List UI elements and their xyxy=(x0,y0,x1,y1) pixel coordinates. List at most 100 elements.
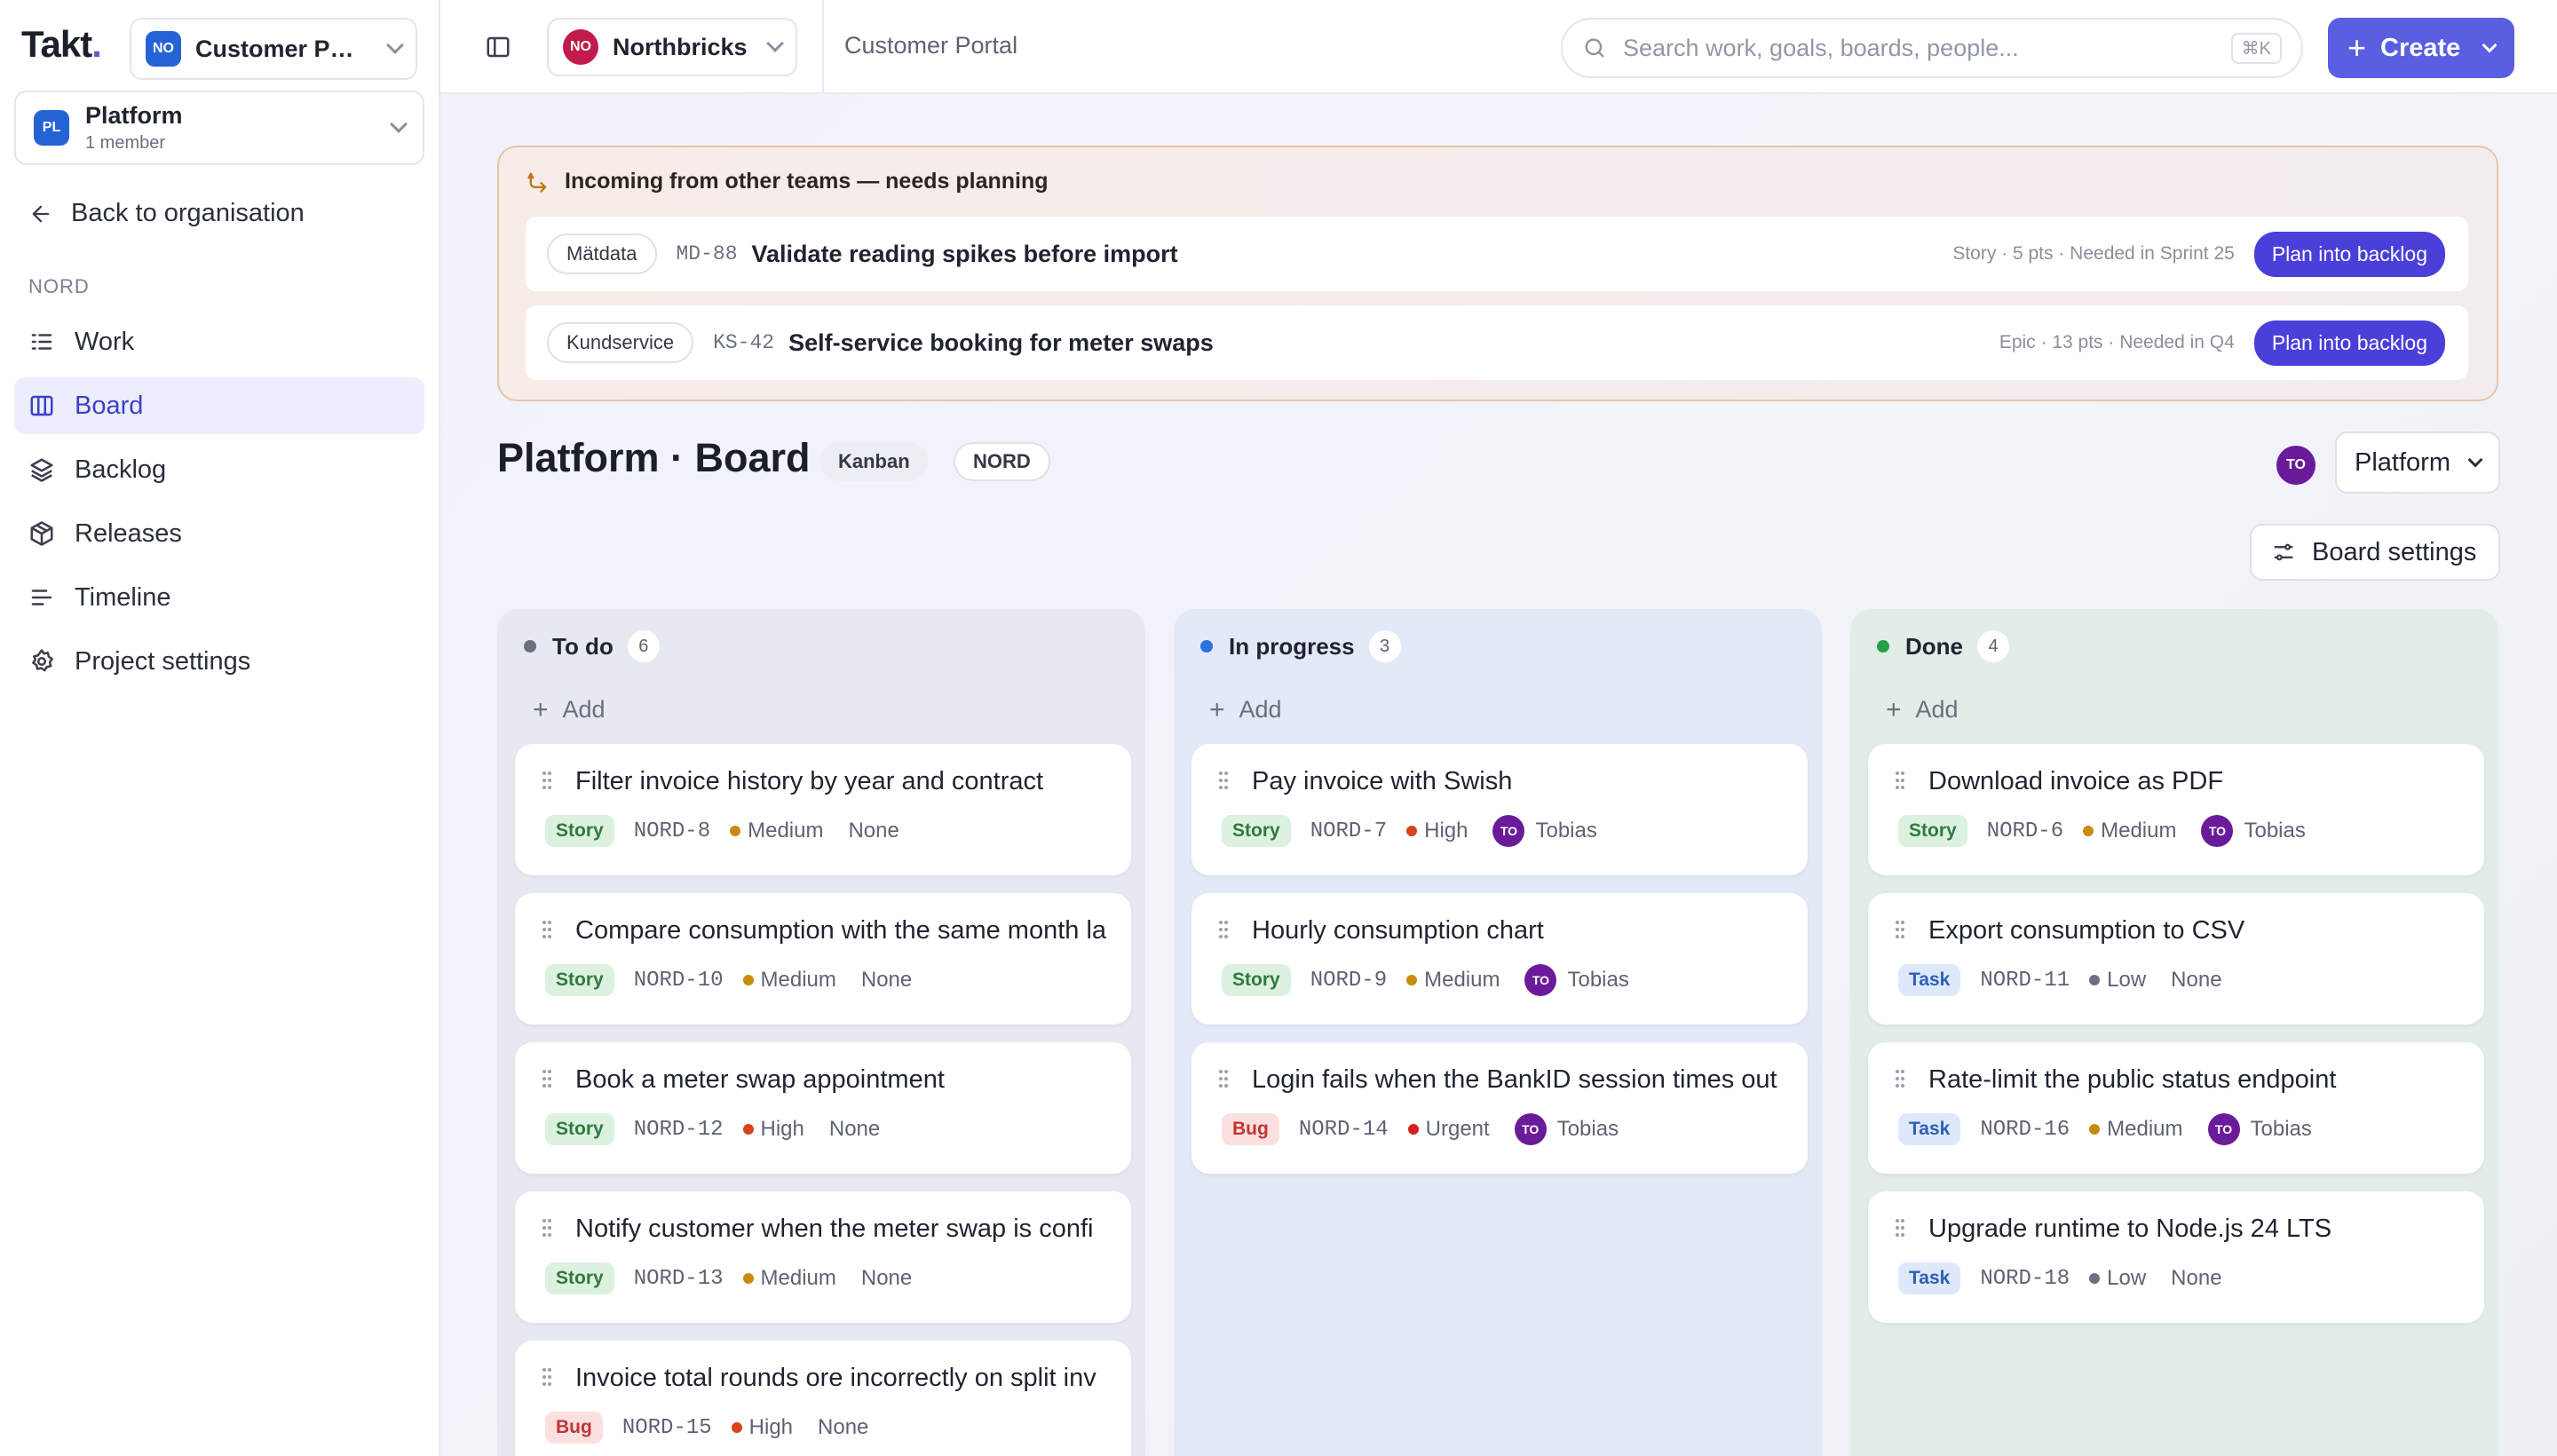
layers-icon xyxy=(30,458,53,482)
issue-card[interactable]: Hourly consumption chart Story NORD-9 Mediu… xyxy=(1191,893,1808,1025)
assignee-name: None xyxy=(848,819,899,843)
sidebar-item-releases[interactable]: Releases xyxy=(14,505,424,562)
issue-card[interactable]: Upgrade runtime to Node.js 24 LTS Task NOR… xyxy=(1868,1191,2484,1323)
priority-dot xyxy=(742,975,754,985)
board-settings-label: Board settings xyxy=(2312,537,2477,566)
sidebar-toggle-icon[interactable] xyxy=(485,34,511,60)
project-selector[interactable]: NO Customer Po... xyxy=(130,18,417,80)
priority: Medium xyxy=(742,968,836,993)
sidebar-item-board[interactable]: Board xyxy=(14,377,424,434)
breadcrumb[interactable]: Customer Portal xyxy=(844,32,1017,59)
drag-handle-icon[interactable] xyxy=(542,771,552,790)
assignee: None xyxy=(848,819,899,843)
board-settings-button[interactable]: Board settings xyxy=(2250,524,2500,581)
work-icon xyxy=(31,334,52,350)
drag-handle-icon[interactable] xyxy=(542,1218,552,1238)
chevron-down-icon xyxy=(2467,452,2483,468)
priority: Medium xyxy=(742,1266,836,1291)
avatar: TO xyxy=(2201,815,2234,847)
team-filter-dropdown[interactable]: Platform xyxy=(2335,431,2500,494)
section-label: NORD xyxy=(28,275,90,297)
drag-handle-icon[interactable] xyxy=(542,1367,552,1387)
priority: Medium xyxy=(2083,819,2176,843)
priority-dot xyxy=(2089,975,2101,985)
drag-handle-icon[interactable] xyxy=(1895,1218,1905,1238)
issue-card[interactable]: Download invoice as PDF Story NORD-6 Medium… xyxy=(1868,744,2484,875)
sidebar: Takt. NO Customer Po... PL Platform 1 me… xyxy=(0,0,440,1456)
card-title: Pay invoice with Swish xyxy=(1252,767,1513,795)
status-dot xyxy=(1877,640,1889,653)
issue-key: NORD-18 xyxy=(1980,1266,2070,1291)
back-to-organisation-link[interactable]: Back to organisation xyxy=(28,199,305,228)
plan-into-backlog-button[interactable]: Plan into backlog xyxy=(2253,320,2445,366)
priority-label: Medium xyxy=(1424,968,1500,992)
avatar[interactable]: TO xyxy=(2276,446,2316,485)
drag-handle-icon[interactable] xyxy=(1218,771,1229,790)
add-card-button[interactable]: + Add xyxy=(533,696,606,724)
drag-handle-icon[interactable] xyxy=(1895,1069,1905,1088)
issue-card[interactable]: Pay invoice with Swish Story NORD-7 High TO T… xyxy=(1191,744,1808,875)
issue-card[interactable]: Compare consumption with the same month … xyxy=(515,893,1131,1025)
add-card-button[interactable]: + Add xyxy=(1886,696,1959,724)
plus-icon: + xyxy=(1886,694,1902,724)
card-title: Invoice total rounds ore incorrectly on … xyxy=(575,1364,1096,1392)
card-title: Filter invoice history by year and contr… xyxy=(575,767,1044,795)
assignee-name: None xyxy=(2171,1266,2222,1290)
sliders-icon xyxy=(2274,543,2293,561)
create-button[interactable]: + Create xyxy=(2328,18,2514,78)
issue-type-badge: Story xyxy=(1222,964,1291,996)
board-column: Done 4 + Add Download invoice as PDF Story NOR… xyxy=(1850,609,2498,1456)
drag-handle-icon[interactable] xyxy=(1895,771,1905,790)
sidebar-item-backlog[interactable]: Backlog xyxy=(14,441,424,498)
add-card-button[interactable]: + Add xyxy=(1209,696,1282,724)
column-title: To do xyxy=(552,632,614,660)
drag-handle-icon[interactable] xyxy=(1895,920,1905,939)
chevron-down-icon xyxy=(386,36,404,54)
priority: Urgent xyxy=(1407,1117,1490,1142)
sidebar-item-label: Project settings xyxy=(75,646,251,676)
issue-card[interactable]: Export consumption to CSV Task NORD-11 Low N… xyxy=(1868,893,2484,1025)
issue-card[interactable]: Filter invoice history by year and contr… xyxy=(515,744,1131,875)
issue-key: NORD-16 xyxy=(1980,1117,2070,1142)
search-placeholder: Search work, goals, boards, people... xyxy=(1623,34,2019,61)
priority-label: Medium xyxy=(760,968,836,992)
sidebar-item-label: Work xyxy=(75,327,135,356)
app-logo[interactable]: Takt. xyxy=(21,23,102,66)
create-label: Create xyxy=(2380,33,2461,62)
issue-key: NORD-13 xyxy=(633,1266,724,1291)
issue-card[interactable]: Rate-limit the public status endpoint Tas… xyxy=(1868,1042,2484,1174)
plan-into-backlog-button[interactable]: Plan into backlog xyxy=(2253,231,2445,277)
issue-title[interactable]: Self-service booking for meter swaps xyxy=(788,329,1214,357)
assignee: None xyxy=(861,968,912,993)
sidebar-item-project-settings[interactable]: Project settings xyxy=(14,633,424,690)
issue-card[interactable]: Notify customer when the meter swap is c… xyxy=(515,1191,1131,1323)
logo-text: Takt xyxy=(21,23,92,65)
column-header-to-do: To do 6 xyxy=(524,630,660,662)
main-content: Incoming from other teams — needs planni… xyxy=(440,94,2557,1456)
incoming-row: Kundservice KS-42 Self-service booking f… xyxy=(526,305,2468,380)
assignee: None xyxy=(2171,1266,2221,1291)
issue-card[interactable]: Login fails when the BankID session time… xyxy=(1191,1042,1808,1174)
priority-dot xyxy=(1406,826,1418,836)
assignee-name: None xyxy=(828,1117,881,1141)
sidebar-item-timeline[interactable]: Timeline xyxy=(14,569,424,626)
team-selector[interactable]: PL Platform 1 member xyxy=(14,91,424,165)
issue-title[interactable]: Validate reading spikes before import xyxy=(752,241,1178,268)
card-meta: Story NORD-8 Medium None xyxy=(545,815,899,847)
search-input[interactable]: Search work, goals, boards, people... ⌘K xyxy=(1561,18,2303,78)
organisation-selector[interactable]: NO Northbricks xyxy=(547,18,797,76)
issue-card[interactable]: Book a meter swap appointment Story NORD-1… xyxy=(515,1042,1131,1174)
drag-handle-icon[interactable] xyxy=(1218,1069,1229,1088)
drag-handle-icon[interactable] xyxy=(1218,920,1229,939)
drag-handle-icon[interactable] xyxy=(542,920,552,939)
issue-card[interactable]: Invoice total rounds ore incorrectly on … xyxy=(515,1341,1131,1456)
issue-key: NORD-8 xyxy=(633,819,711,843)
sidebar-item-work[interactable]: Work xyxy=(14,313,424,370)
card-title: Login fails when the BankID session time… xyxy=(1252,1065,1777,1094)
drag-handle-icon[interactable] xyxy=(542,1069,552,1088)
priority-dot xyxy=(1407,1124,1419,1135)
issue-key: KS-42 xyxy=(713,331,775,354)
team-pill: Kundservice xyxy=(547,322,694,363)
priority-label: Medium xyxy=(2107,1117,2183,1141)
priority-dot xyxy=(2083,826,2094,836)
